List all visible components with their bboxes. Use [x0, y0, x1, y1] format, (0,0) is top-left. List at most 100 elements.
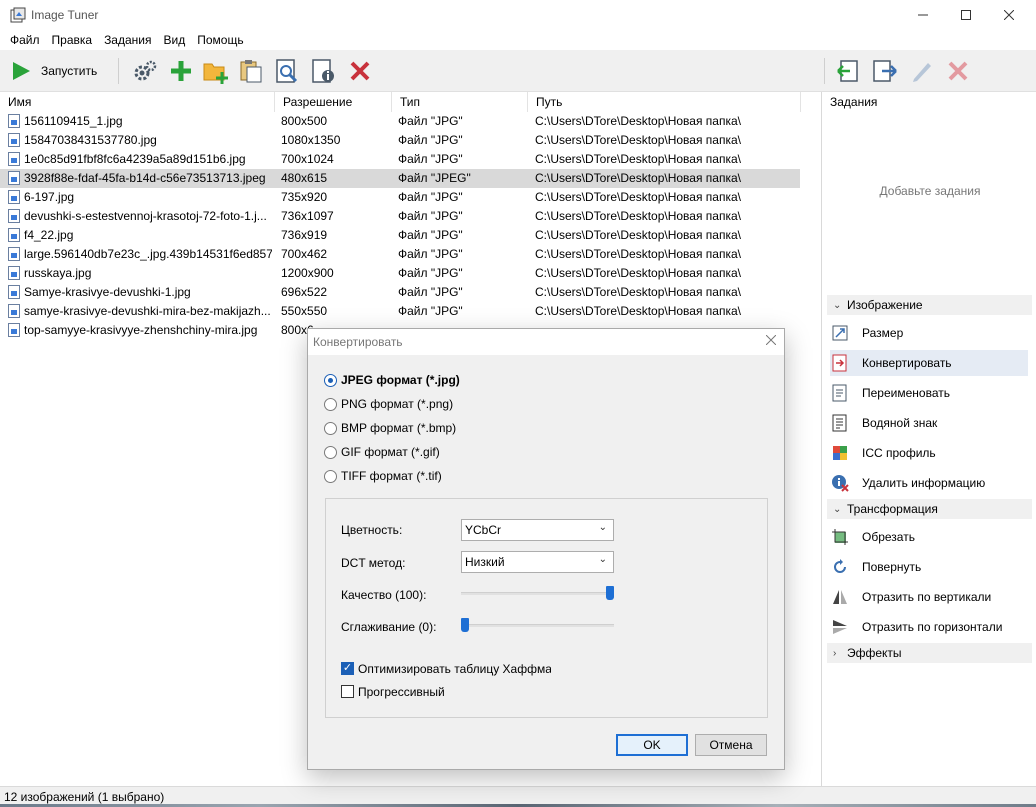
huffman-label: Оптимизировать таблицу Хаффман	[358, 662, 551, 676]
radio-button[interactable]	[324, 397, 337, 411]
dialog-close-button[interactable]	[765, 332, 777, 350]
smoothing-slider-track[interactable]	[461, 624, 614, 627]
image-file-icon	[8, 247, 20, 261]
format-bmp-radio[interactable]: BMP формат (*.bmp)	[324, 420, 456, 436]
run-button[interactable]: Запустить	[10, 56, 110, 86]
group-effects[interactable]: › Эффекты	[827, 643, 1032, 663]
table-row[interactable]: devushki-s-estestvennoj-krasotoj-72-foto…	[0, 207, 800, 226]
task-flip-vertical[interactable]: Отразить по вертикали	[830, 584, 1028, 610]
quality-slider-thumb[interactable]	[606, 586, 614, 600]
cell-type: Файл "JPG"	[398, 133, 463, 147]
menu-view[interactable]: Вид	[158, 30, 192, 50]
settings-button[interactable]	[132, 56, 160, 86]
delete-icon	[350, 61, 370, 81]
format-gif-radio[interactable]: GIF формат (*.gif)	[324, 444, 440, 460]
task-remove-info[interactable]: Удалить информацию	[830, 470, 1028, 496]
cell-resolution: 550x550	[281, 304, 328, 318]
paste-button[interactable]	[238, 56, 266, 86]
task-rename[interactable]: Переименовать	[830, 380, 1028, 406]
dct-select[interactable]: Низкий ⌄	[461, 551, 614, 573]
task-flip-horizontal[interactable]: Отразить по горизонтали	[830, 614, 1028, 640]
radio-button[interactable]	[324, 469, 337, 483]
cancel-button[interactable]: Отмена	[695, 734, 767, 756]
format-jpeg-radio[interactable]: JPEG формат (*.jpg)	[324, 372, 460, 388]
table-row[interactable]: 6-197.jpg 735x920 Файл "JPG" C:\Users\DTore…	[0, 188, 800, 207]
image-file-icon	[8, 304, 20, 318]
table-row[interactable]: f4_22.jpg 736x919 Файл "JPG" C:\Users\DTore…	[0, 226, 800, 245]
column-header-type[interactable]: Тип	[392, 92, 528, 112]
cell-type: Файл "JPG"	[398, 304, 463, 318]
column-header-name[interactable]: Имя	[0, 92, 275, 112]
task-crop[interactable]: Обрезать	[830, 524, 1028, 550]
color-select[interactable]: YCbCr ⌄	[461, 519, 614, 541]
edit-task-button[interactable]	[910, 56, 936, 86]
cell-name: f4_22.jpg	[24, 228, 74, 242]
cell-path: C:\Users\DTore\Desktop\Новая папка\	[535, 190, 741, 204]
cell-path: C:\Users\DTore\Desktop\Новая папка\	[535, 304, 741, 318]
export-tasks-button[interactable]	[872, 56, 900, 86]
cell-resolution: 800x500	[281, 114, 328, 128]
task-icc-profile[interactable]: ICC профиль	[830, 440, 1028, 466]
watermark-icon	[830, 414, 850, 432]
ok-button[interactable]: OK	[616, 734, 688, 756]
table-row[interactable]: 15847038431537780.jpg 1080x1350 Файл "JPG"…	[0, 131, 800, 150]
column-header-resolution[interactable]: Разрешение	[275, 92, 392, 112]
progressive-checkbox[interactable]	[341, 685, 354, 698]
task-convert[interactable]: Конвертировать	[830, 350, 1028, 376]
delete-button[interactable]	[348, 56, 376, 86]
table-row[interactable]: samye-krasivye-devushki-mira-bez-makijaz…	[0, 302, 800, 321]
group-transform[interactable]: ⌄ Трансформация	[827, 499, 1032, 519]
radio-button[interactable]	[324, 421, 337, 435]
flip-horizontal-icon	[830, 618, 850, 636]
task-rotate[interactable]: Повернуть	[830, 554, 1028, 580]
quality-slider-track[interactable]	[461, 592, 614, 595]
cell-path: C:\Users\DTore\Desktop\Новая папка\	[535, 247, 741, 261]
minimize-button[interactable]	[900, 0, 946, 30]
table-row[interactable]: 1561109415_1.jpg 800x500 Файл "JPG" C:\User…	[0, 112, 800, 131]
cell-name: 3928f88e-fdaf-45fa-b14d-c56e73513713.jpe…	[24, 171, 266, 185]
cell-path: C:\Users\DTore\Desktop\Новая папка\	[535, 133, 741, 147]
task-resize[interactable]: Размер	[830, 320, 1028, 346]
table-row[interactable]: 1e0c85d91fbf8fc6a4239a5a89d151b6.jpg 700x…	[0, 150, 800, 169]
menu-file[interactable]: Файл	[4, 30, 46, 50]
table-row[interactable]: Samye-krasivye-devushki-1.jpg 696x522 Файл…	[0, 283, 800, 302]
info-button[interactable]	[310, 56, 338, 86]
menu-tasks[interactable]: Задания	[98, 30, 157, 50]
dct-label: DCT метод:	[341, 556, 406, 570]
icc-profile-icon	[830, 444, 850, 462]
task-flip-horizontal-label: Отразить по горизонтали	[862, 620, 1003, 634]
task-flip-vertical-label: Отразить по вертикали	[862, 590, 992, 604]
cell-resolution: 736x919	[281, 228, 328, 242]
maximize-button[interactable]	[943, 0, 989, 30]
cell-name: 1561109415_1.jpg	[24, 114, 123, 128]
cell-resolution: 1200x900	[281, 266, 334, 280]
progressive-label: Прогрессивный	[358, 685, 445, 699]
table-row[interactable]: large.596140db7e23c_.jpg.439b14531f6ed85…	[0, 245, 800, 264]
menu-help[interactable]: Помощь	[191, 30, 249, 50]
group-image[interactable]: ⌄ Изображение	[827, 295, 1032, 315]
radio-button[interactable]	[324, 445, 337, 459]
table-row[interactable]: russkaya.jpg 1200x900 Файл "JPG" C:\Users\D…	[0, 264, 800, 283]
task-watermark[interactable]: Водяной знак	[830, 410, 1028, 436]
add-files-button[interactable]	[168, 56, 196, 86]
cell-path: C:\Users\DTore\Desktop\Новая папка\	[535, 114, 741, 128]
remove-task-button[interactable]	[946, 56, 972, 86]
add-folder-button[interactable]	[202, 56, 230, 86]
radio-button[interactable]	[324, 373, 337, 387]
preview-button[interactable]	[274, 56, 302, 86]
table-row[interactable]: 3928f88e-fdaf-45fa-b14d-c56e73513713.jpe…	[0, 169, 800, 188]
task-rotate-label: Повернуть	[862, 560, 922, 574]
close-button[interactable]	[986, 0, 1032, 30]
smoothing-slider-thumb[interactable]	[461, 618, 469, 632]
group-effects-label: Эффекты	[847, 646, 902, 660]
cell-type: Файл "JPEG"	[398, 171, 471, 185]
format-tiff-radio[interactable]: TIFF формат (*.tif)	[324, 468, 442, 484]
menu-edit[interactable]: Правка	[46, 30, 99, 50]
cell-resolution: 736x1097	[281, 209, 334, 223]
import-tasks-button[interactable]	[836, 56, 864, 86]
dct-select-value: Низкий	[465, 555, 505, 569]
format-png-radio[interactable]: PNG формат (*.png)	[324, 396, 453, 412]
window-title: Image Tuner	[31, 8, 99, 22]
column-header-path[interactable]: Путь	[528, 92, 801, 112]
huffman-checkbox[interactable]: ✓	[341, 662, 354, 675]
